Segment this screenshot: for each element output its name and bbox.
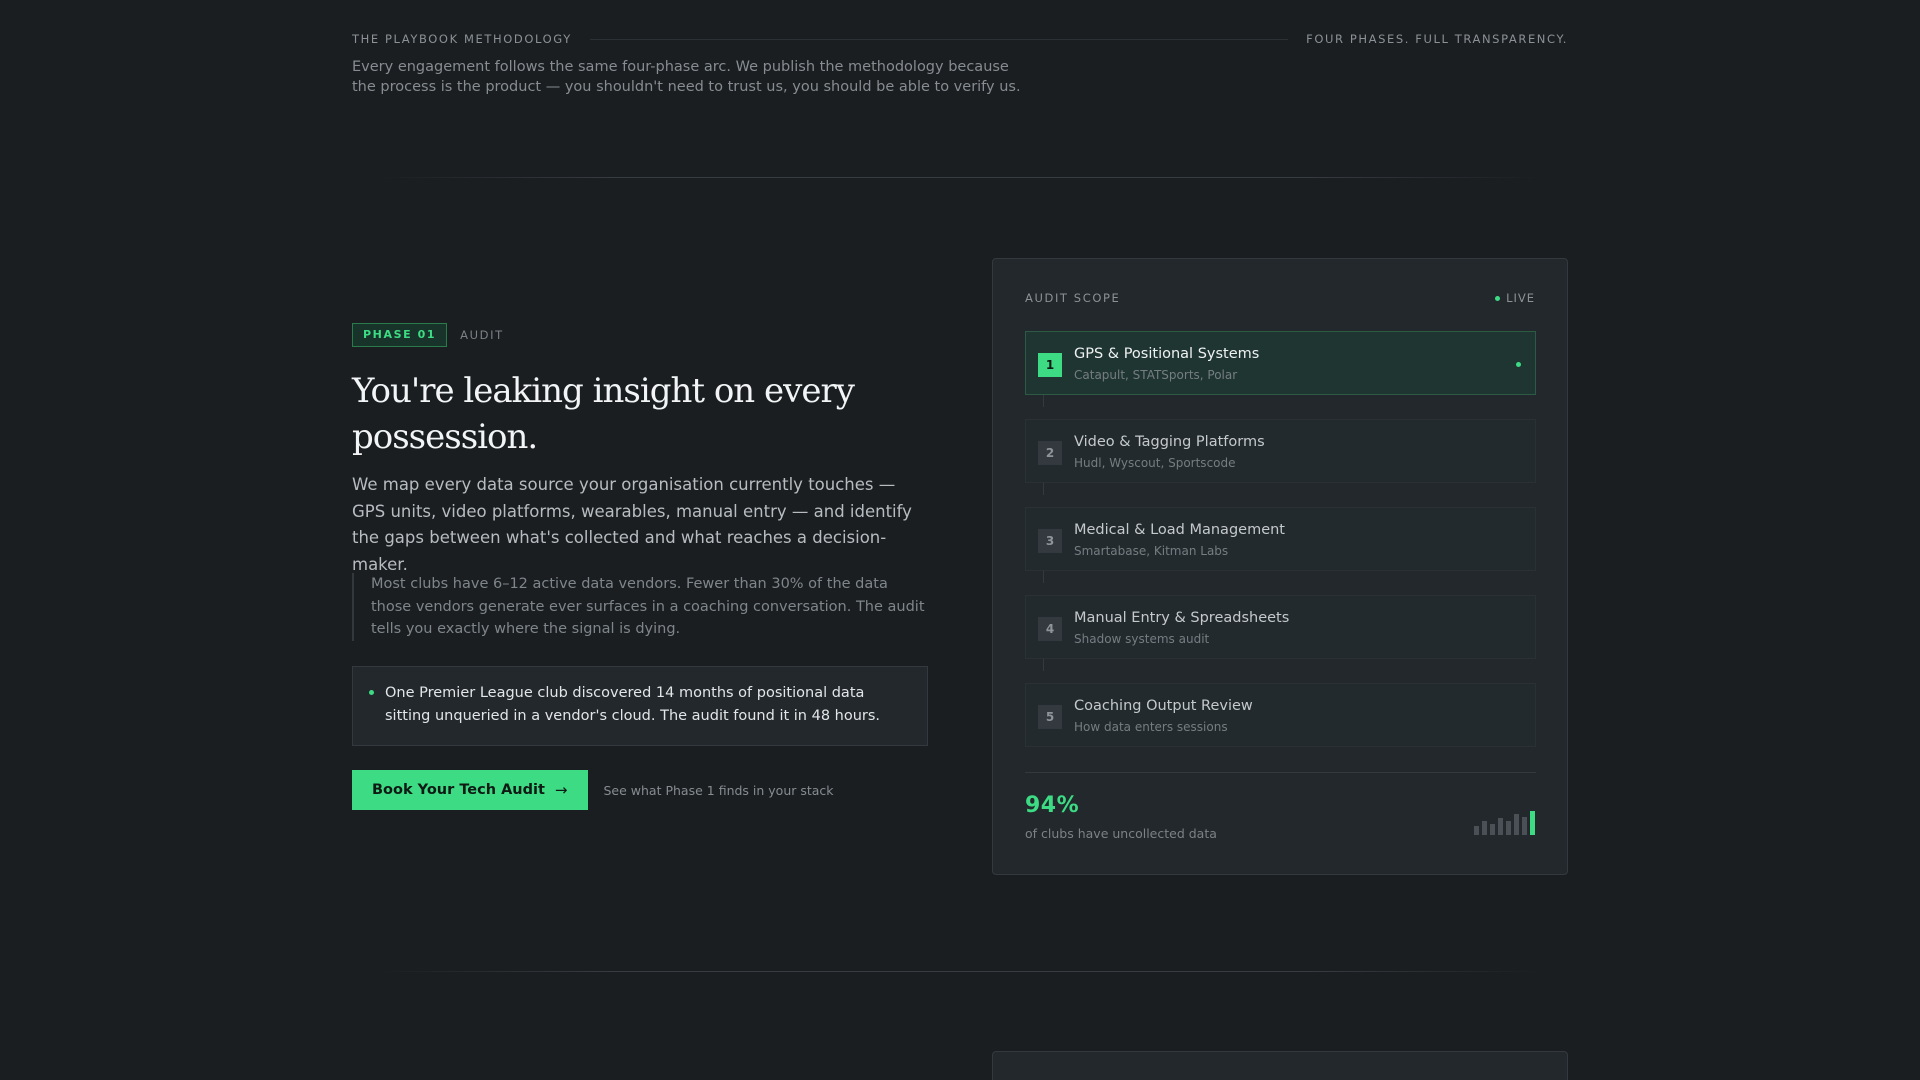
methodology-tagline: FOUR PHASES. FULL TRANSPARENCY.: [1306, 32, 1568, 46]
header-rule: [589, 38, 1289, 40]
scope-connector: [1043, 571, 1044, 583]
stat-value: 94%: [1025, 793, 1080, 818]
scope-item-medical[interactable]: 3 Medical & Load Management Smartabase, …: [1025, 507, 1536, 571]
scope-item-coaching-output[interactable]: 5 Coaching Output Review How data enters…: [1025, 683, 1536, 747]
sparkline-bar: [1482, 821, 1487, 835]
scope-item-title: Medical & Load Management: [1074, 522, 1285, 538]
phase-label: PHASE 01 AUDIT: [352, 323, 504, 347]
phase-name: AUDIT: [460, 328, 504, 342]
scope-item-subtitle: Catapult, STATSports, Polar: [1074, 368, 1238, 382]
scope-item-title: GPS & Positional Systems: [1074, 346, 1260, 362]
cta-note: See what Phase 1 finds in your stack: [603, 782, 834, 798]
sparkline-bar: [1530, 811, 1535, 835]
scope-item-manual-entry[interactable]: 4 Manual Entry & Spreadsheets Shadow sys…: [1025, 595, 1536, 659]
sparkline-bar: [1506, 821, 1511, 835]
scope-item-number: 4: [1038, 617, 1062, 641]
scope-item-gps[interactable]: 1 GPS & Positional Systems Catapult, STA…: [1025, 331, 1536, 395]
scope-item-video[interactable]: 2 Video & Tagging Platforms Hudl, Wyscou…: [1025, 419, 1536, 483]
scope-item-subtitle: Smartabase, Kitman Labs: [1074, 544, 1229, 558]
sparkline-bar: [1474, 826, 1479, 835]
scope-item-subtitle: Shadow systems audit: [1074, 632, 1210, 646]
audit-scope-panel: AUDIT SCOPE LIVE 1 GPS & Positional Syst…: [992, 258, 1568, 875]
phase-badge: PHASE 01: [352, 323, 448, 347]
section-divider: [380, 971, 1540, 972]
scope-item-title: Manual Entry & Spreadsheets: [1074, 610, 1290, 626]
panel-header: AUDIT SCOPE LIVE: [1025, 291, 1535, 305]
scope-connector: [1043, 395, 1044, 407]
sparkline-bar: [1498, 818, 1503, 835]
phase-headline: You're leaking insight on every possessi…: [352, 371, 855, 457]
live-status: LIVE: [1495, 291, 1535, 305]
live-dot-icon: [1495, 295, 1501, 301]
sparkline-bars: [1465, 805, 1535, 835]
scope-item-subtitle: Hudl, Wyscout, Sportscode: [1074, 456, 1236, 470]
stat-label: of clubs have uncollected data: [1025, 826, 1217, 841]
scope-item-number: 3: [1038, 529, 1062, 553]
case-study-callout: One Premier League club discovered 14 mo…: [352, 666, 928, 746]
cta-label: Book Your Tech Audit: [372, 782, 545, 798]
scope-item-number: 1: [1038, 353, 1062, 377]
methodology-header: THE PLAYBOOK METHODOLOGY FOUR PHASES. FU…: [352, 32, 1568, 46]
section-divider: [380, 177, 1540, 178]
sparkline-bar: [1522, 817, 1527, 835]
book-tech-audit-button[interactable]: Book Your Tech Audit →: [352, 770, 588, 810]
cta-row: Book Your Tech Audit → See what Phase 1 …: [352, 770, 834, 810]
live-label: LIVE: [1506, 291, 1535, 305]
bullet-dot-icon: [369, 690, 374, 695]
scope-item-title: Video & Tagging Platforms: [1074, 434, 1265, 450]
scope-item-number: 5: [1038, 705, 1062, 729]
scope-item-subtitle: How data enters sessions: [1074, 720, 1228, 734]
scope-connector: [1043, 659, 1044, 671]
sparkline-bar: [1490, 824, 1495, 835]
next-phase-panel: [992, 1051, 1568, 1080]
panel-rule: [1025, 772, 1536, 773]
panel-title: AUDIT SCOPE: [1025, 291, 1121, 305]
methodology-eyebrow: THE PLAYBOOK METHODOLOGY: [352, 32, 572, 46]
scope-item-title: Coaching Output Review: [1074, 698, 1253, 714]
scope-connector: [1043, 483, 1044, 495]
active-dot-icon: [1516, 362, 1521, 367]
arrow-right-icon: →: [554, 781, 568, 799]
phase-quote: Most clubs have 6–12 active data vendors…: [352, 573, 930, 641]
callout-text: One Premier League club discovered 14 mo…: [385, 685, 881, 724]
phase-lede: We map every data source your organisati…: [352, 475, 912, 574]
methodology-description: Every engagement follows the same four-p…: [352, 59, 1021, 95]
scope-item-number: 2: [1038, 441, 1062, 465]
sparkline-bar: [1514, 814, 1519, 835]
